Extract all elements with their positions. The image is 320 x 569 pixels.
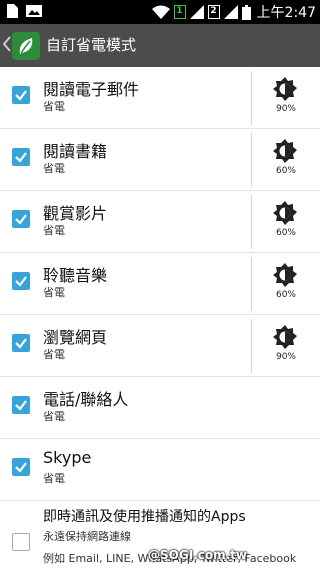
signal-icon-2 [223, 5, 238, 19]
item-title: 即時通訊及使用推播通知的Apps [43, 509, 246, 525]
list-item-video[interactable]: 觀賞影片 省電 60% [0, 191, 320, 253]
brightness-icon [273, 263, 297, 287]
battery-icon [241, 4, 251, 20]
status-bar: 1 2 上午2:47 [0, 0, 320, 24]
brightness-value: 60% [275, 290, 296, 300]
brightness-value: 60% [275, 166, 296, 176]
checkbox-music[interactable] [12, 272, 30, 290]
notification-icons [6, 4, 42, 18]
item-title: 瀏覽網頁 [43, 328, 108, 347]
watermark: @SOGI.com.tw [148, 548, 247, 562]
brightness-icon [273, 201, 297, 225]
item-title: 閱讀書籍 [43, 142, 108, 161]
item-subtitle: 省電 [43, 410, 65, 423]
item-title: 電話/聯絡人 [43, 390, 129, 409]
item-subtitle: 省電 [43, 286, 65, 299]
checkbox-push-apps[interactable] [12, 533, 30, 551]
brightness-button-video[interactable]: 60% [252, 191, 320, 253]
checkbox-skype[interactable] [12, 458, 30, 476]
brightness-value: 90% [275, 352, 296, 362]
checkbox-video[interactable] [12, 210, 30, 228]
item-subtitle: 省電 [43, 472, 65, 485]
item-title: 觀賞影片 [43, 204, 108, 223]
checkbox-books[interactable] [12, 148, 30, 166]
brightness-icon [273, 77, 297, 101]
notification-file-icon [7, 4, 18, 18]
item-title: 閱讀電子郵件 [43, 80, 140, 99]
item-subtitle: 省電 [43, 348, 65, 361]
item-title: Skype [43, 448, 92, 467]
brightness-icon [273, 325, 297, 349]
item-subtitle: 省電 [43, 100, 65, 113]
item-subtitle: 永遠保持網路連線 [43, 530, 131, 543]
brightness-value: 90% [275, 104, 296, 114]
checkbox-web[interactable] [12, 334, 30, 352]
list-item-email[interactable]: 閱讀電子郵件 省電 90% [0, 67, 320, 129]
item-subtitle: 省電 [43, 224, 65, 237]
sim2-badge: 2 [207, 5, 220, 19]
item-title: 聆聽音樂 [43, 266, 108, 285]
checkbox-phone[interactable] [12, 396, 30, 414]
checkbox-email[interactable] [12, 86, 30, 104]
list-item-music[interactable]: 聆聽音樂 省電 60% [0, 253, 320, 315]
action-bar: 自訂省電模式 [0, 24, 320, 67]
wifi-icon [151, 5, 170, 19]
brightness-button-books[interactable]: 60% [252, 129, 320, 191]
page-title: 自訂省電模式 [46, 36, 137, 54]
signal-icon [189, 5, 204, 19]
brightness-button-music[interactable]: 60% [252, 253, 320, 315]
list-item-books[interactable]: 閱讀書籍 省電 60% [0, 129, 320, 191]
brightness-icon [273, 139, 297, 163]
sim1-badge: 1 [173, 5, 186, 19]
clock: 上午2:47 [256, 5, 316, 21]
brightness-button-email[interactable]: 90% [252, 67, 320, 129]
list-item-skype[interactable]: Skype 省電 [0, 439, 320, 501]
brightness-value: 60% [275, 228, 296, 238]
power-mode-list: 閱讀電子郵件 省電 90% 閱讀書籍 省電 60% 觀賞影片 省電 60% 聆聽… [0, 67, 320, 501]
back-chevron-icon[interactable] [3, 36, 11, 52]
list-item-web[interactable]: 瀏覽網頁 省電 90% [0, 315, 320, 377]
image-icon [26, 5, 42, 17]
item-subtitle: 省電 [43, 162, 65, 175]
app-leaf-icon[interactable] [12, 32, 40, 60]
list-item-phone[interactable]: 電話/聯絡人 省電 [0, 377, 320, 439]
brightness-button-web[interactable]: 90% [252, 315, 320, 377]
